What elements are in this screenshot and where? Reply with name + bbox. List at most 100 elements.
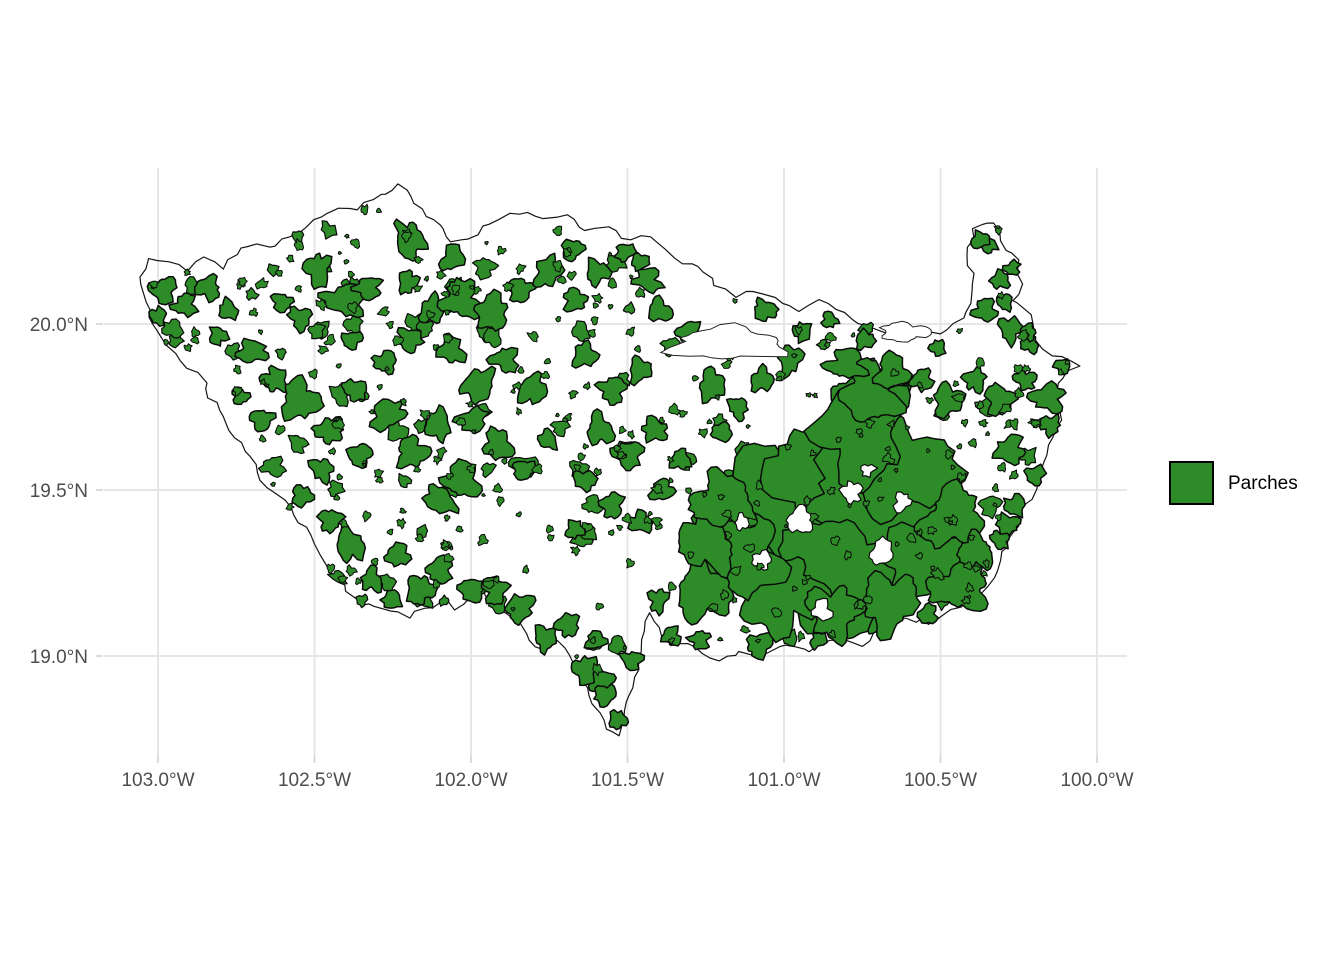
patch-speckle (798, 631, 805, 642)
patch-speckle (996, 514, 1002, 520)
patch-speckle (733, 298, 738, 303)
patch-speckle (516, 408, 521, 416)
patch-speckle (344, 234, 349, 238)
patch-speckle (851, 333, 855, 338)
x-tick-label: 100.5°W (904, 770, 977, 791)
patch-polygon (584, 631, 608, 649)
patch-speckle (327, 564, 335, 573)
patch-polygon (1039, 413, 1060, 438)
patch-speckle (387, 529, 393, 534)
patch-speckle (287, 255, 294, 262)
patch-polygon (1012, 370, 1037, 391)
patch-polygon (1024, 464, 1047, 486)
patch-speckle (344, 260, 349, 264)
patch-speckle (617, 525, 623, 530)
patch-polygon (727, 398, 749, 422)
patch-polygon (439, 244, 466, 271)
patch-polygon (384, 542, 412, 567)
patch-polygon (396, 434, 432, 468)
patch-speckle (998, 462, 1006, 472)
patch-speckle (377, 208, 382, 212)
patch-speckle (792, 586, 797, 592)
patch-speckle (377, 384, 382, 390)
patch-speckle (191, 337, 199, 344)
patch-speckle (608, 278, 616, 288)
patch-speckle (1010, 470, 1019, 479)
patch-polygon (619, 652, 645, 671)
patch-speckle (596, 603, 604, 610)
x-tick-label: 101.0°W (747, 770, 820, 791)
patch-speckle (628, 430, 635, 439)
patch-speckle (348, 271, 354, 277)
patch-speckle (583, 444, 588, 450)
patch-speckle (441, 291, 450, 298)
patch-speckle (369, 410, 375, 414)
patch-speckle (361, 204, 368, 215)
patch-speckle (569, 391, 579, 399)
patch-polygon (235, 338, 269, 362)
patch-polygon-scatter (275, 348, 286, 360)
ggplot-map-figure: 103.0°W102.5°W102.0°W101.5°W101.0°W100.5… (0, 0, 1344, 960)
patch-polygon (459, 366, 496, 405)
patch-speckle (513, 382, 522, 390)
patch-speckle (592, 293, 603, 303)
patch-polygon (147, 277, 177, 305)
patch-polygon (792, 322, 811, 344)
patch-speckle (608, 252, 611, 256)
patch-speckle (956, 329, 962, 334)
patch-speckle (553, 226, 562, 236)
patch-speckle (437, 447, 447, 459)
patch-polygon (928, 340, 946, 357)
patch-speckle (337, 474, 343, 480)
patch-polygon (209, 327, 229, 346)
patch-speckle (721, 360, 732, 368)
patch-speckle (927, 449, 931, 453)
patch-speckle (234, 365, 241, 374)
patch-speckle (578, 453, 586, 461)
patch-speckle (669, 582, 677, 591)
patch-speckle (926, 398, 934, 404)
patch-speckle (511, 389, 516, 393)
patch-speckle (1010, 419, 1018, 430)
patch-polygon (219, 296, 239, 320)
patch-speckle (192, 327, 200, 338)
y-tick-label: 19.0°N (30, 647, 88, 668)
patch-speckle (718, 637, 724, 641)
patch-speckle (979, 420, 988, 428)
patch-speckle (571, 546, 581, 556)
patch-polygon (553, 613, 579, 638)
patch-speckle (825, 332, 836, 341)
patch-speckle (976, 358, 984, 369)
patch-speckle (329, 448, 336, 455)
patch-speckle (556, 413, 560, 417)
patch-speckle (593, 303, 598, 309)
y-tick-label: 20.0°N (30, 315, 88, 336)
patch-polygon (169, 293, 199, 318)
patch-speckle (444, 515, 450, 521)
patch-speckle (626, 559, 634, 568)
patch-speckle (659, 417, 664, 423)
patch-polygon (686, 631, 712, 650)
patch-polygon-scatter (473, 258, 499, 280)
patch-speckle (456, 526, 463, 532)
patch-speckle (968, 439, 976, 448)
patch-polygon (249, 410, 276, 432)
patch-polygon-scatter (162, 319, 184, 338)
patch-polygon (380, 590, 403, 608)
patch-speckle (400, 508, 407, 513)
patch-speckle (996, 227, 1002, 235)
patch-speckle (557, 276, 566, 284)
patch-speckle (806, 393, 812, 398)
patch-polygon (609, 710, 628, 730)
patch-polygon (195, 274, 220, 303)
patch-polygon (281, 375, 324, 421)
patch-polygon (990, 530, 1010, 549)
patch-speckle (634, 346, 640, 353)
patch-speckle (992, 484, 998, 492)
patch-speckle (546, 525, 553, 533)
patch-speckle (466, 402, 475, 407)
patch-speckle (375, 469, 384, 478)
legend-swatch-parches (1169, 461, 1214, 505)
patch-speckle (308, 369, 317, 379)
y-tick-label: 19.5°N (30, 481, 88, 502)
